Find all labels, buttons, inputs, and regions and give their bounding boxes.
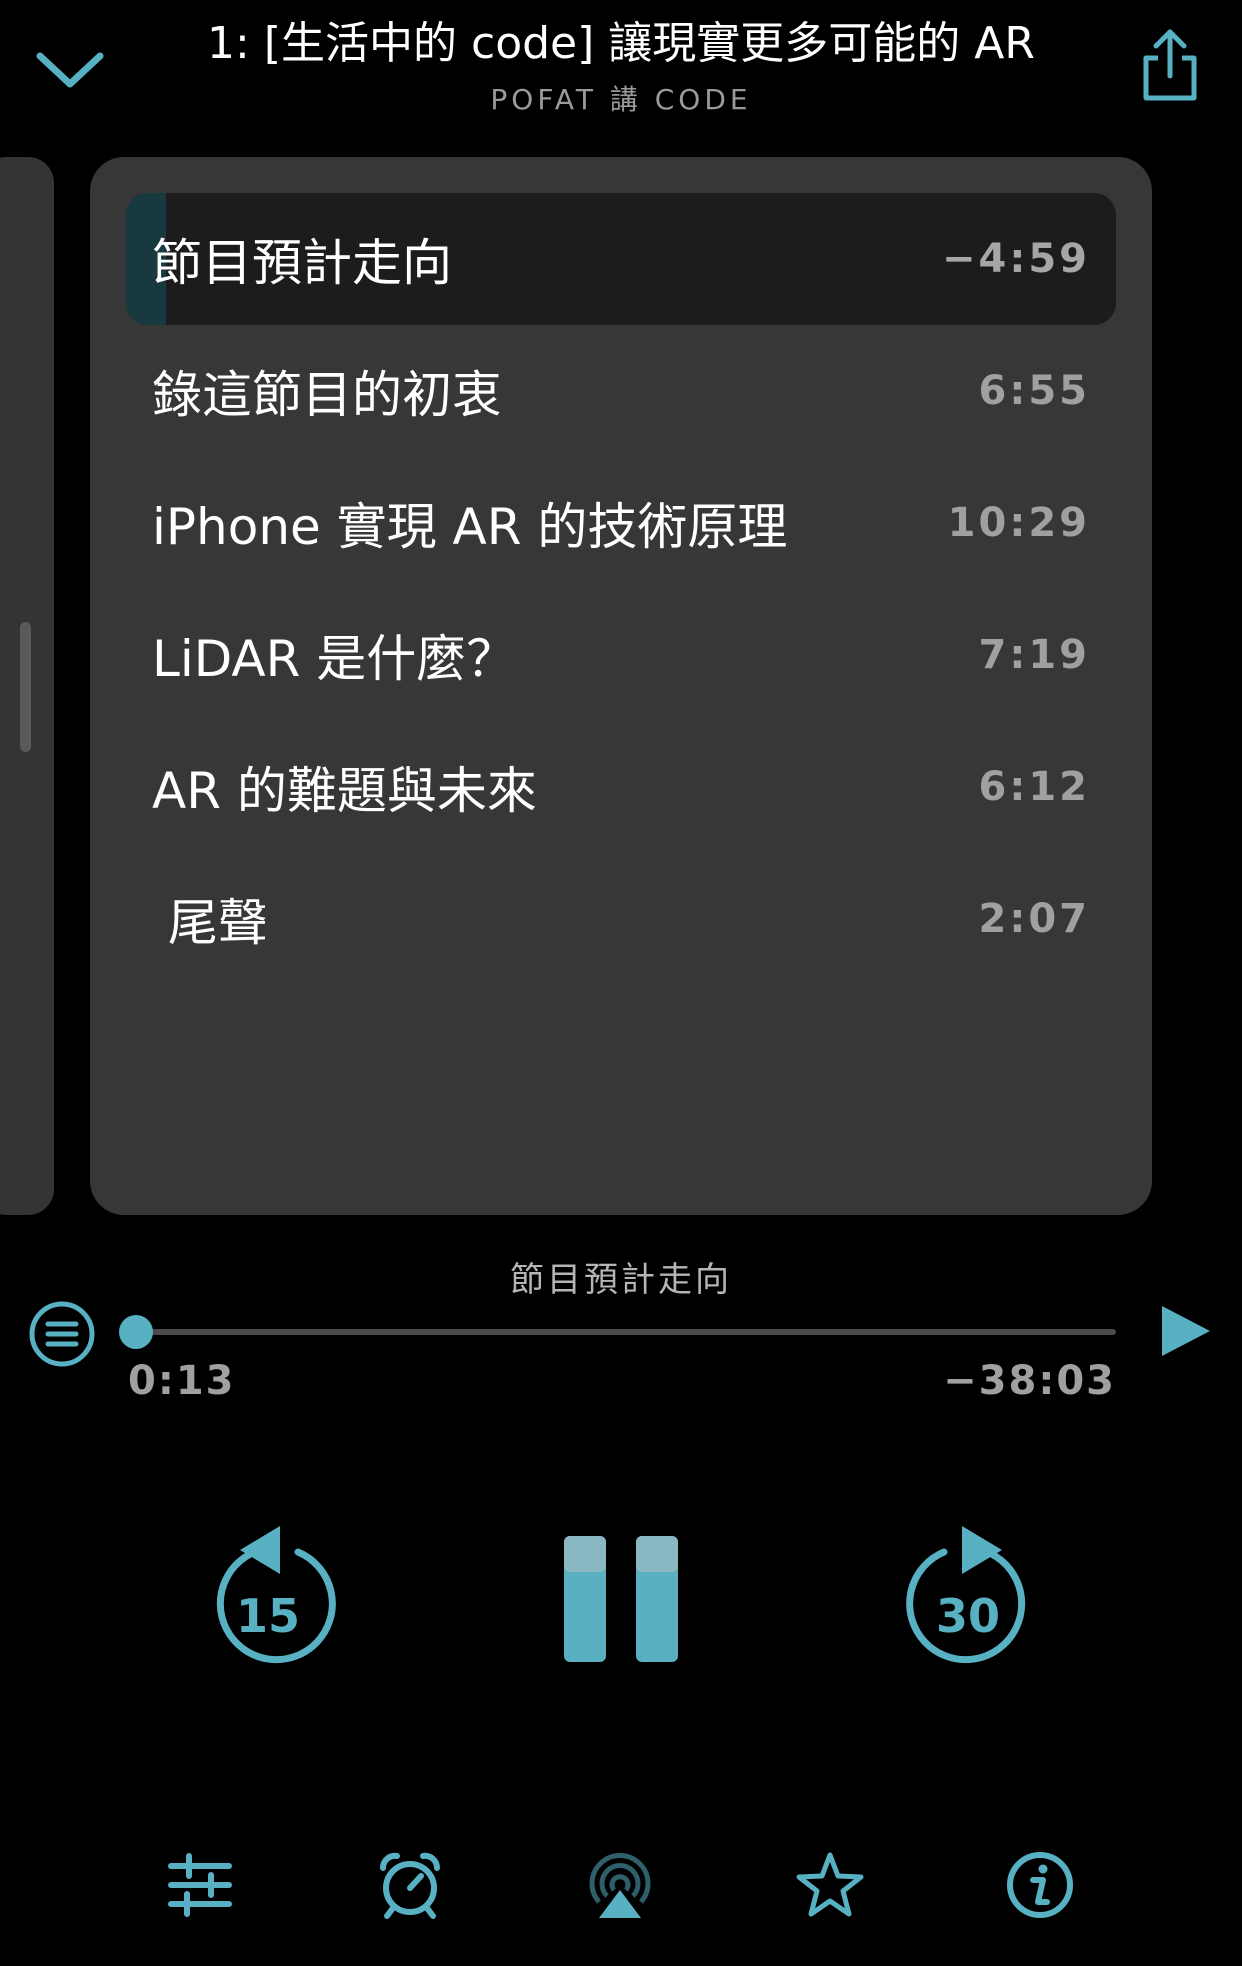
alarm-clock-icon[interactable] [375,1850,445,1920]
skip-back-label: 15 [236,1589,300,1643]
chapter-time: 10:29 [947,500,1090,546]
episode-title: 1: [生活中的 code] 讓現實更多可能的 AR [207,18,1035,69]
chapter-list-card: 節目預計走向 −4:59 錄這節目的初衷 6:55 iPhone 實現 AR 的… [90,157,1152,1215]
airplay-icon[interactable] [585,1850,655,1920]
chapter-title: 節目預計走向 [152,234,452,292]
chapter-time: 6:55 [978,368,1090,414]
pause-button[interactable] [560,1532,682,1664]
chapter-time: 2:07 [978,896,1090,942]
chapter-row[interactable]: AR 的難題與未來 6:12 [126,721,1116,853]
skip-forward-label: 30 [936,1589,1000,1643]
star-icon[interactable] [795,1850,865,1920]
sliders-icon[interactable] [165,1850,235,1920]
scrubber-knob[interactable] [118,1315,153,1349]
chevron-down-icon[interactable] [34,44,106,96]
chapter-time: −4:59 [941,236,1090,282]
chapter-time: 7:19 [978,632,1090,678]
play-icon[interactable] [1158,1302,1214,1360]
chapter-row[interactable]: 尾聲 2:07 [126,853,1116,985]
list-icon[interactable] [28,1300,96,1368]
current-chapter-label: 節目預計走向 [510,1260,732,1300]
chapter-row[interactable]: iPhone 實現 AR 的技術原理 10:29 [126,457,1116,589]
podcast-name: POFAT 講 CODE [490,83,752,116]
remaining-time: −38:03 [943,1358,1116,1404]
info-icon[interactable] [1005,1850,1075,1920]
chapter-title: 尾聲 [152,894,268,952]
skip-back-button[interactable]: 15 [208,1520,344,1670]
skip-forward-button[interactable]: 30 [898,1520,1034,1670]
share-icon[interactable] [1140,28,1200,104]
progress-track[interactable] [128,1329,1116,1335]
chapter-row-active[interactable]: 節目預計走向 −4:59 [126,193,1116,325]
chapter-row[interactable]: 錄這節目的初衷 6:55 [126,325,1116,457]
chapter-title: iPhone 實現 AR 的技術原理 [152,498,788,556]
chapter-title: 錄這節目的初衷 [152,366,502,424]
chapter-title: AR 的難題與未來 [152,762,537,820]
elapsed-time: 0:13 [128,1358,236,1404]
chapter-time: 6:12 [978,764,1090,810]
chapter-title: LiDAR 是什麼？ [152,630,517,688]
chapter-row[interactable]: LiDAR 是什麼？ 7:19 [126,589,1116,721]
scroll-indicator [20,622,31,752]
